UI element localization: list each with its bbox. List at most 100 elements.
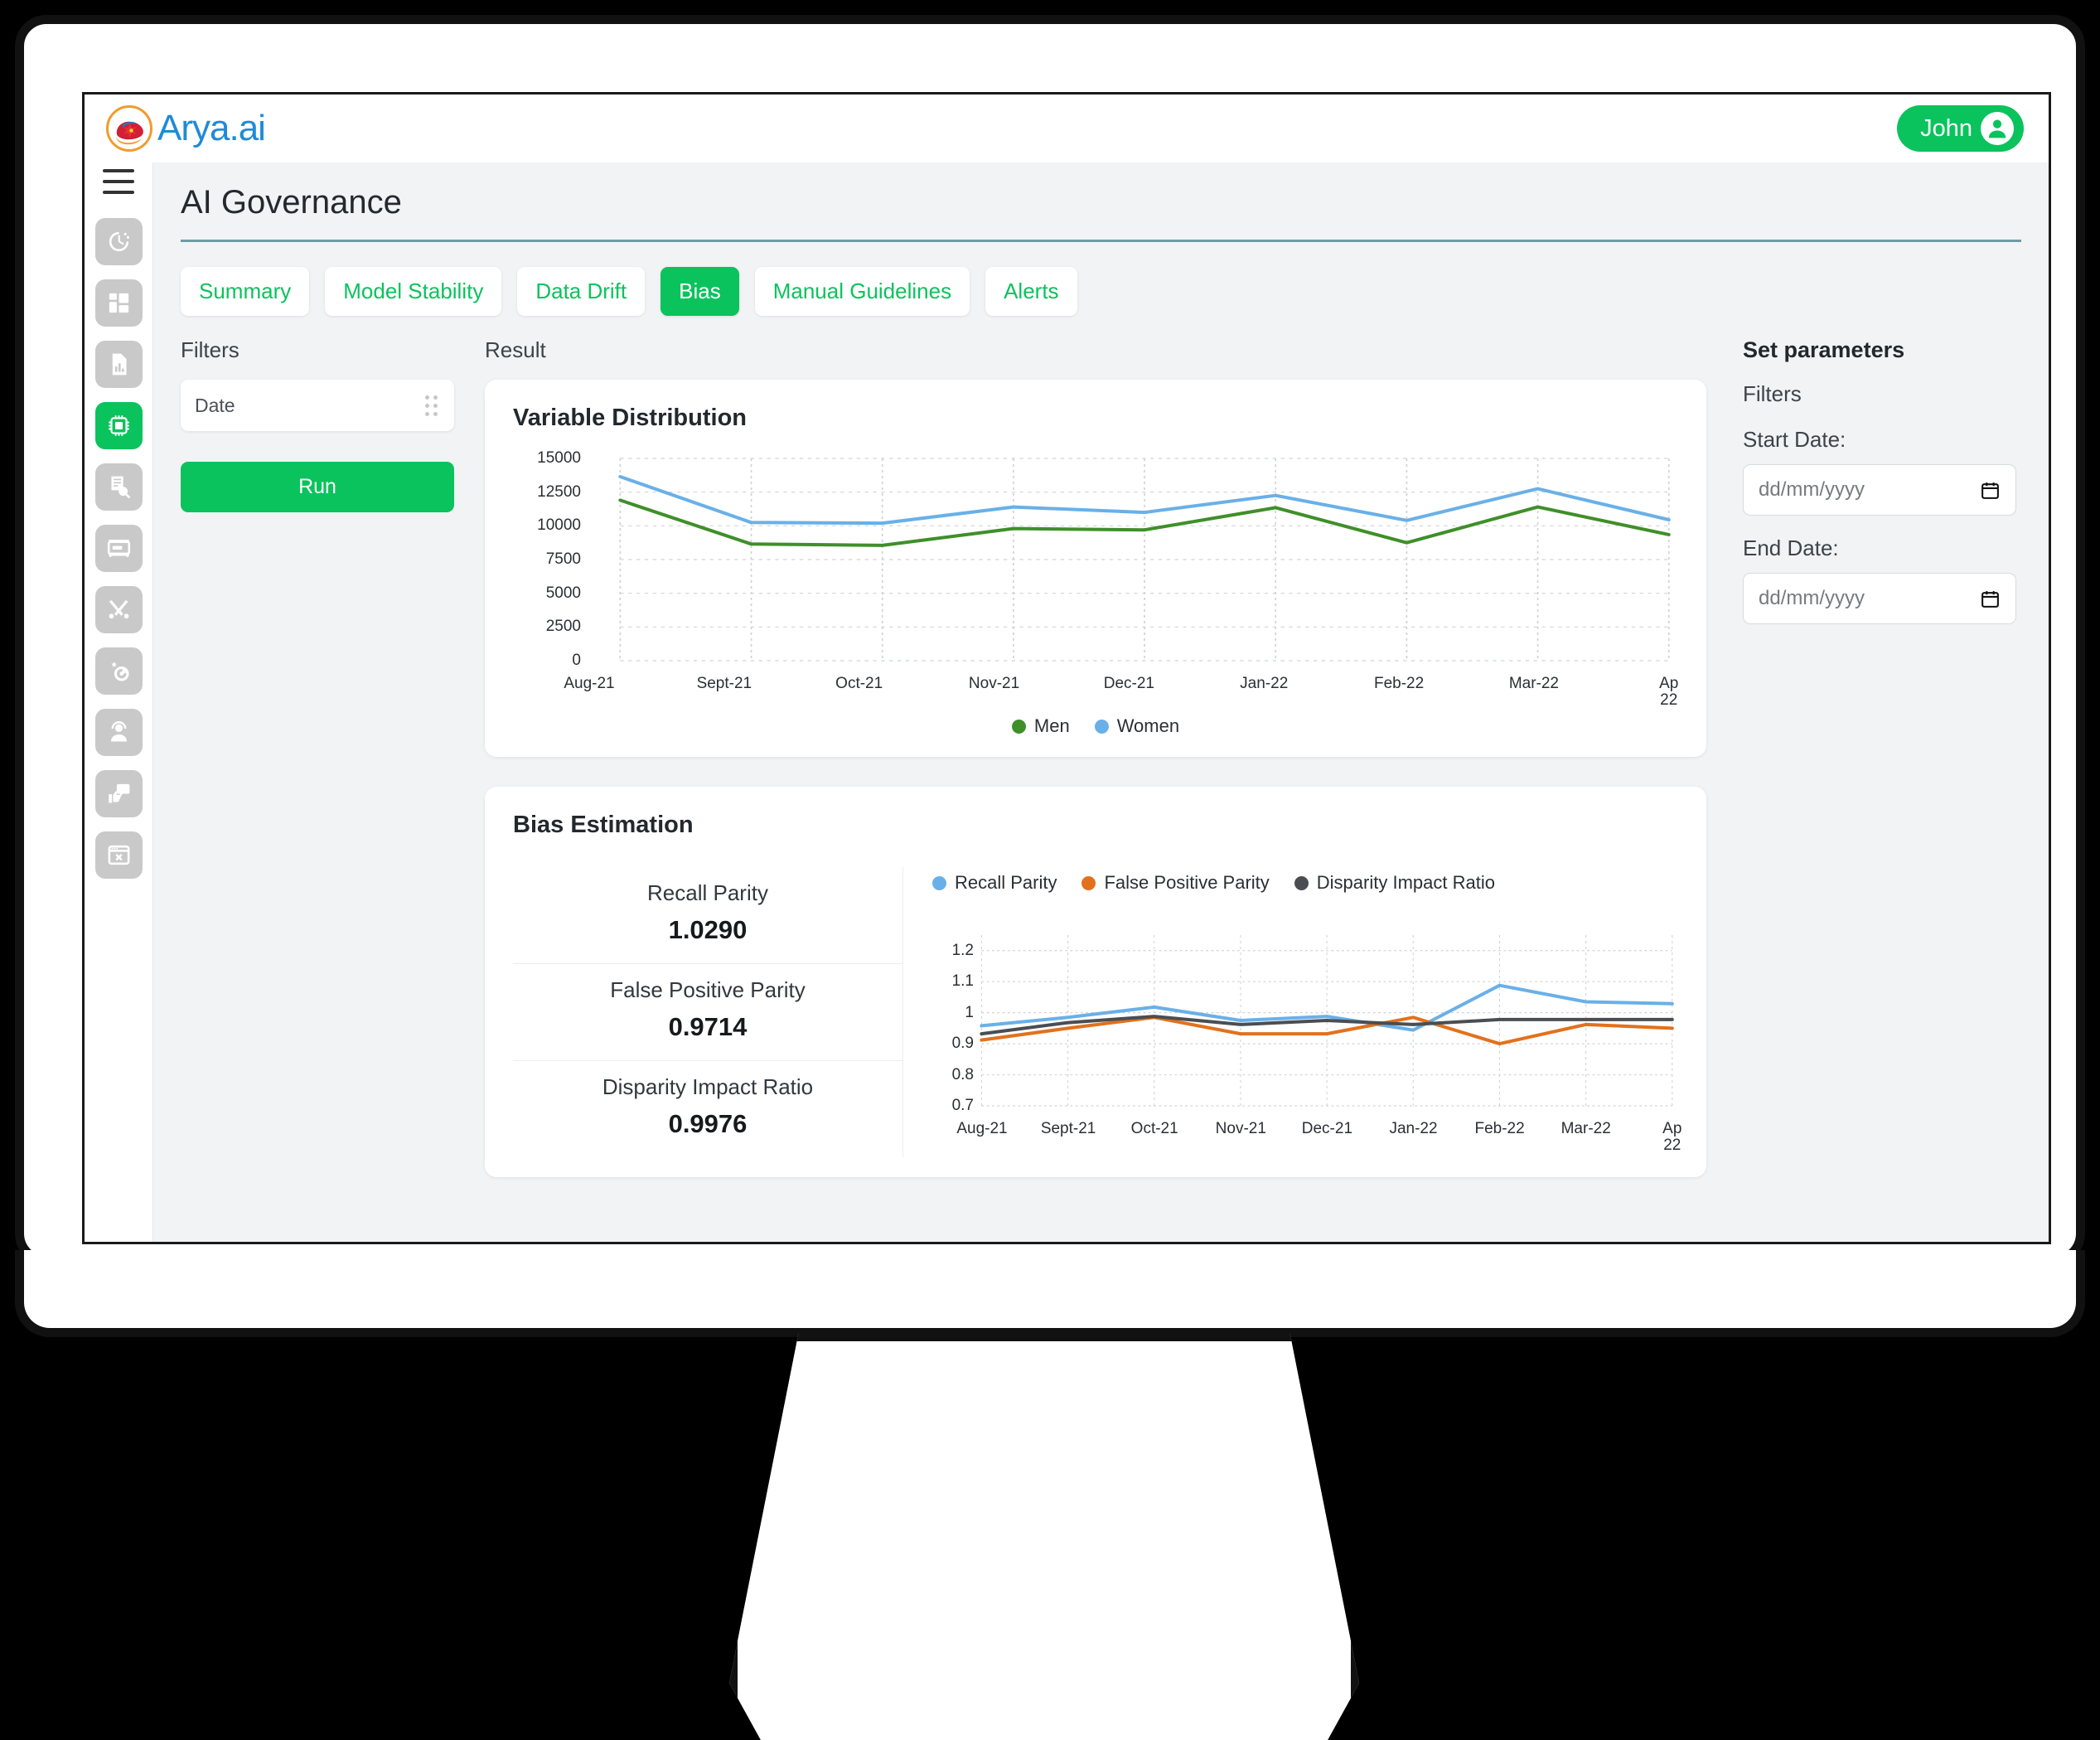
policy-search-icon — [110, 476, 130, 499]
run-button[interactable]: Run — [181, 462, 454, 512]
metric-value: 1.0290 — [668, 915, 748, 944]
legend-label: Recall Parity — [955, 872, 1057, 893]
user-menu-button[interactable]: John — [1897, 105, 2024, 152]
legend-label: Disparity Impact Ratio — [1316, 872, 1495, 893]
support-agent-icon — [110, 721, 127, 742]
y-tick-label: 0.8 — [951, 1065, 974, 1083]
application-window: Arya.ai John AI Governance Summary Model… — [82, 92, 2051, 1244]
variable-distribution-title: Variable Distribution — [513, 405, 747, 431]
x-tick-label: Nov-21 — [968, 675, 1020, 692]
tab-data-drift[interactable]: Data Drift — [517, 267, 646, 316]
x-tick-label: Sept-21 — [696, 675, 752, 692]
tools-wrench-icon — [109, 599, 128, 619]
x-tick-label: Aug-21 — [956, 1120, 1008, 1137]
brain-logo-icon — [106, 105, 152, 152]
bias-estimation-title: Bias Estimation — [513, 812, 694, 838]
body: AI Governance Summary Model Stability Da… — [85, 162, 2049, 1242]
sidebar-item-clock-history[interactable] — [94, 218, 143, 265]
sidebar-item-server[interactable] — [94, 525, 143, 572]
browser-close-icon — [108, 845, 129, 865]
sidebar-item-browser-close[interactable] — [94, 831, 143, 879]
set-parameters-title: Set parameters — [1743, 337, 1905, 362]
end-date-input[interactable]: dd/mm/yyyy — [1743, 573, 2016, 624]
legend-color-dot — [1294, 875, 1309, 890]
monitor-stand — [729, 1333, 1359, 1740]
y-tick-label: 1.2 — [951, 941, 974, 959]
top-bar: Arya.ai John — [85, 95, 2049, 162]
x-tick-label: Jan-22 — [1389, 1120, 1438, 1137]
settings-gears-icon — [110, 662, 129, 681]
x-tick-label: Nov-21 — [1215, 1120, 1266, 1137]
metric-name: Recall Parity — [647, 880, 768, 905]
end-date-placeholder: dd/mm/yyyy — [1759, 587, 1865, 609]
dashboard-grid-icon — [109, 293, 128, 313]
y-tick-label: 0.7 — [951, 1097, 974, 1115]
tab-summary[interactable]: Summary — [181, 267, 310, 316]
y-tick-label: 15000 — [537, 449, 581, 468]
ai-chip-icon — [108, 415, 129, 436]
sidebar-item-tools[interactable] — [94, 586, 143, 633]
legend-label: Women — [1116, 715, 1180, 736]
start-date-placeholder: dd/mm/yyyy — [1759, 478, 1865, 501]
sidebar-item-ai-governance[interactable] — [94, 402, 143, 449]
bias-chart-area: Recall Parity False Positive Parity Dispar… — [902, 867, 1681, 1157]
legend-item: Recall Parity — [932, 872, 1057, 894]
tab-bar: Summary Model Stability Data Drift Bias … — [153, 242, 2049, 316]
x-tick-label: Oct-21 — [1130, 1120, 1178, 1137]
metric-value: 0.9976 — [668, 1109, 748, 1138]
x-tick-label: Mar-22 — [1508, 675, 1559, 692]
sidebar-item-settings[interactable] — [94, 647, 143, 695]
y-tick-label: 1.1 — [951, 972, 974, 991]
y-tick-label: 1 — [965, 1003, 974, 1021]
legend-item: Women — [1094, 715, 1180, 737]
start-date-input[interactable]: dd/mm/yyyy — [1743, 464, 2016, 516]
tab-bias[interactable]: Bias — [660, 267, 739, 316]
sidebar-item-feedback[interactable] — [94, 770, 143, 817]
x-tick-label: Ap 22 — [1662, 1120, 1682, 1154]
calendar-icon[interactable] — [1980, 480, 2001, 501]
x-tick-label: Aug-21 — [564, 675, 615, 692]
page-title: AI Governance — [181, 184, 402, 221]
x-tick-label: Sept-21 — [1040, 1120, 1096, 1137]
legend-item: False Positive Parity — [1081, 872, 1270, 894]
main-content: AI Governance Summary Model Stability Da… — [153, 162, 2049, 1242]
bias-estimation-body: Recall Parity 1.0290 False Positive Pari… — [513, 867, 1681, 1157]
legend-color-dot — [1094, 719, 1109, 734]
legend-color-dot — [1011, 719, 1026, 734]
y-tick-label: 0 — [572, 652, 581, 670]
sidebar-item-policy-review[interactable] — [94, 463, 143, 511]
report-document-icon — [112, 353, 127, 376]
filters-heading: Filters — [181, 337, 240, 362]
brand: Arya.ai — [106, 105, 266, 152]
y-tick-label: 12500 — [537, 482, 581, 501]
user-avatar-icon — [1981, 112, 2014, 145]
metric-disparity-impact-ratio: Disparity Impact Ratio 0.9976 — [513, 1060, 902, 1157]
bias-metrics-list: Recall Parity 1.0290 False Positive Pari… — [513, 867, 902, 1157]
sidebar-item-support[interactable] — [94, 709, 143, 756]
tab-model-stability[interactable]: Model Stability — [325, 267, 502, 316]
sidebar-item-dashboard[interactable] — [94, 279, 143, 327]
filters-panel: Filters Date Run — [181, 337, 454, 1242]
x-tick-label: Mar-22 — [1560, 1120, 1611, 1137]
legend-color-dot — [932, 875, 946, 890]
parameters-filters-label: Filters — [1743, 381, 1802, 406]
filter-date-select[interactable]: Date — [181, 380, 454, 431]
sidebar-item-reports[interactable] — [94, 341, 143, 388]
hamburger-icon[interactable] — [103, 169, 134, 194]
set-parameters-panel: Set parameters Filters Start Date: dd/mm… — [1706, 337, 2021, 1242]
result-panel: Result Variable Distribution 15000 12500 1… — [454, 337, 1706, 1242]
metric-name: False Positive Parity — [610, 977, 806, 1002]
drag-grip-icon — [425, 395, 438, 416]
server-rack-icon — [107, 540, 130, 557]
y-tick-label: 5000 — [545, 584, 581, 602]
tab-alerts[interactable]: Alerts — [985, 267, 1077, 316]
legend-label: Men — [1033, 715, 1070, 736]
variable-distribution-card: Variable Distribution 15000 12500 10000 750… — [485, 380, 1706, 757]
calendar-icon[interactable] — [1980, 589, 2001, 609]
legend-item: Disparity Impact Ratio — [1294, 872, 1495, 894]
bias-chart-legend: Recall Parity False Positive Parity Dispar… — [932, 872, 1678, 894]
metric-false-positive-parity: False Positive Parity 0.9714 — [513, 963, 902, 1060]
tab-manual-guidelines[interactable]: Manual Guidelines — [754, 267, 970, 316]
bias-estimation-chart: 1.2 1.1 1 0.9 0.8 0.7 Aug-21 Sept-21 Oct-21 Nov-… — [932, 930, 1681, 1153]
x-tick-label: Feb-22 — [1474, 1120, 1525, 1137]
